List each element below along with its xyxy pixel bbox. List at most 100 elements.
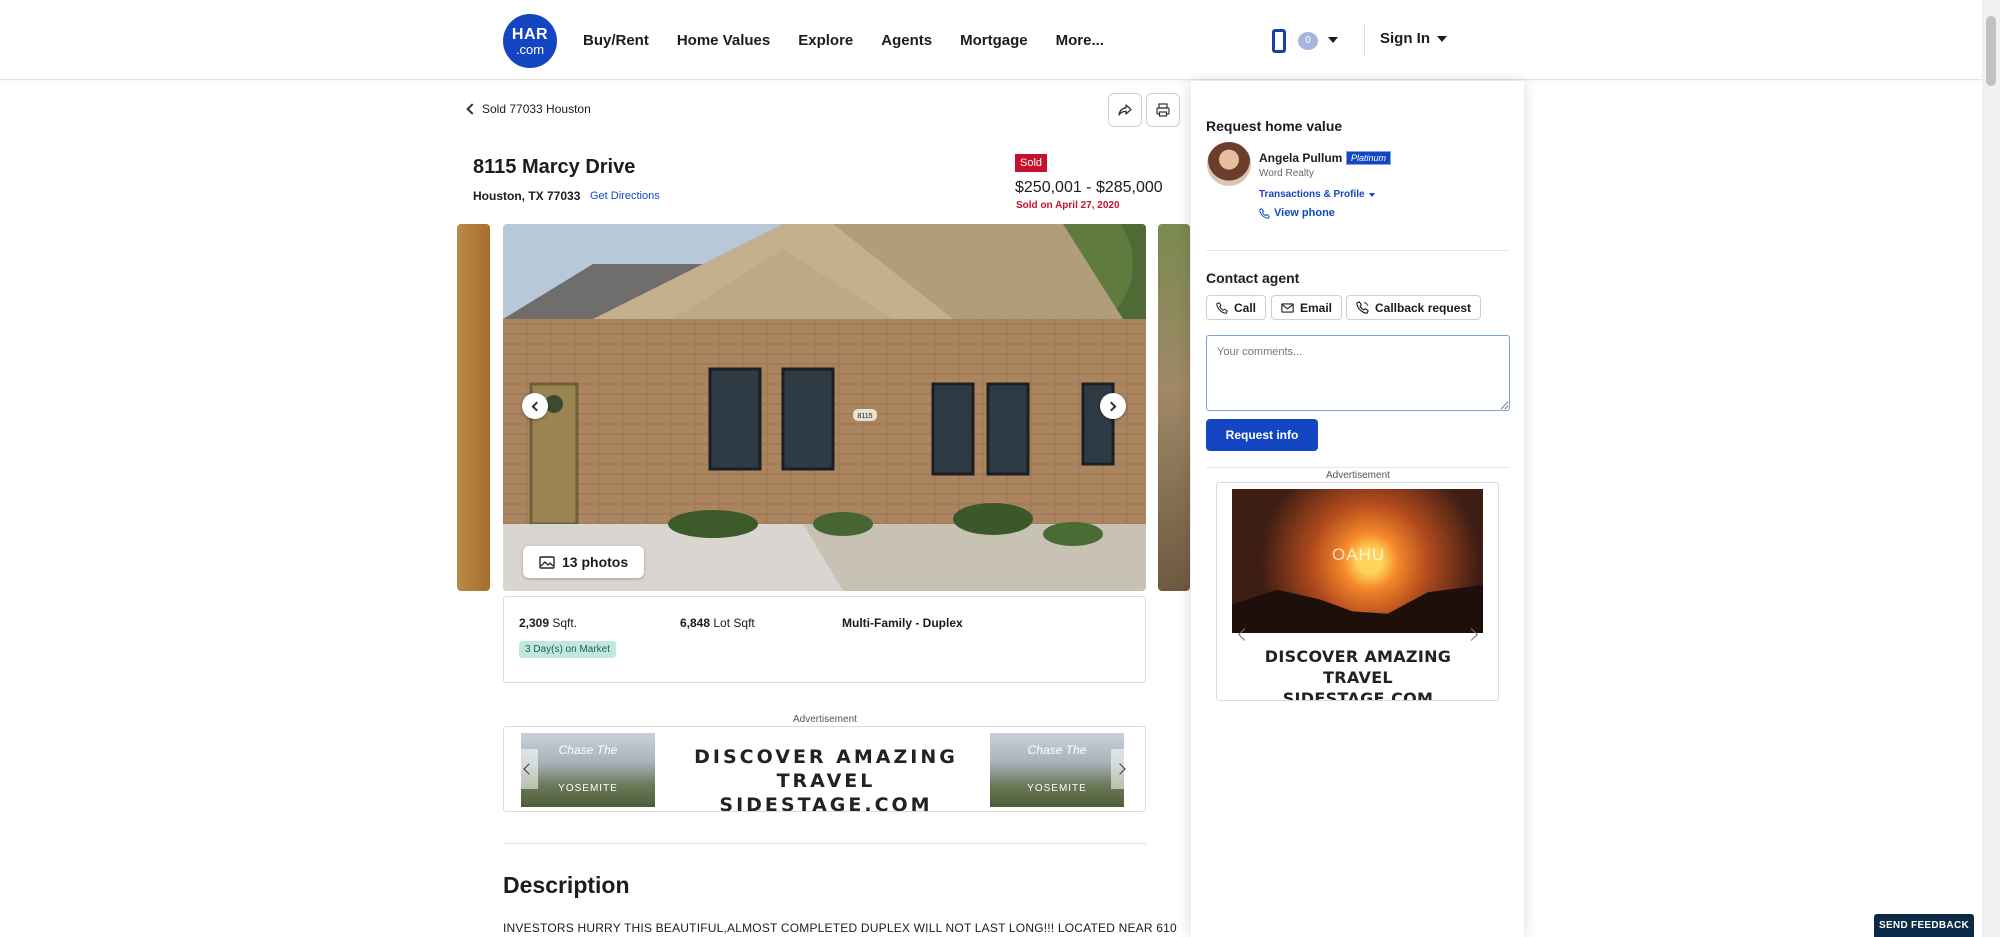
nav-home-values[interactable]: Home Values: [677, 32, 770, 49]
ad-image-right: Chase The YOSEMITE: [990, 733, 1124, 807]
call-button[interactable]: Call: [1206, 295, 1267, 320]
transactions-profile-link[interactable]: Transactions & Profile: [1259, 189, 1375, 200]
ad-next-button[interactable]: [1111, 749, 1133, 789]
platinum-badge: Platinum: [1346, 151, 1392, 165]
sidebar-ad-headline: DISCOVER AMAZING TRAVEL SIDESTAGE.COM: [1227, 646, 1489, 701]
email-label: Email: [1300, 300, 1333, 315]
mobile-phone-icon[interactable]: [1272, 29, 1286, 53]
photo-next-button[interactable]: [1100, 393, 1126, 419]
favorites-dropdown-icon[interactable]: [1328, 37, 1338, 43]
chevron-left-icon: [531, 401, 542, 411]
favorites-heart-icon[interactable]: 0: [1298, 32, 1318, 50]
fact-property-type: Multi-Family - Duplex: [842, 616, 963, 630]
transactions-profile-label: Transactions & Profile: [1259, 189, 1365, 200]
envelope-icon: [1281, 302, 1294, 313]
view-phone-label: View phone: [1274, 207, 1335, 219]
request-home-value-heading: Request home value: [1206, 118, 1343, 134]
chevron-left-icon: [466, 103, 478, 115]
scrollbar-thumb[interactable]: [1986, 16, 1996, 86]
callback-label: Callback request: [1375, 300, 1472, 315]
sidebar-ad-line-2: SIDESTAGE.COM: [1282, 689, 1434, 701]
comments-field[interactable]: [1206, 335, 1510, 411]
contact-agent-heading: Contact agent: [1206, 270, 1300, 286]
sidebar-ad-image-text: OAHU: [1332, 545, 1386, 564]
ad-image-caption: YOSEMITE: [558, 783, 618, 794]
call-label: Call: [1234, 300, 1257, 315]
agent-company: Word Realty: [1259, 168, 1314, 179]
sqft-unit: Sqft.: [552, 616, 578, 630]
sign-in-caret-icon: [1437, 35, 1447, 42]
listing-facts: 2,309 Sqft. 6,848 Lot Sqft Multi-Family …: [503, 596, 1146, 683]
page-scrollbar[interactable]: [1982, 0, 2000, 937]
callback-request-button[interactable]: Callback request: [1346, 295, 1482, 320]
request-info-button[interactable]: Request info: [1206, 419, 1318, 451]
nav-buy-rent[interactable]: Buy/Rent: [583, 32, 649, 49]
view-photos-button[interactable]: 13 photos: [523, 546, 645, 578]
sidebar-advertisement[interactable]: OAHU DISCOVER AMAZING TRAVEL SIDESTAGE.C…: [1216, 482, 1499, 701]
main-nav: Buy/Rent Home Values Explore Agents Mort…: [583, 0, 1104, 80]
sidebar-ad-image: OAHU: [1232, 489, 1483, 633]
print-icon: [1156, 103, 1170, 117]
main-listing-photo[interactable]: 8115: [503, 224, 1146, 591]
view-phone-link[interactable]: View phone: [1259, 207, 1335, 219]
nav-more[interactable]: More...: [1056, 32, 1104, 49]
ad-image-script: Chase The: [1027, 743, 1087, 757]
logo-text-bottom: .com: [515, 42, 545, 57]
house-photo-illustration: 8115: [503, 224, 1146, 591]
description-text: INVESTORS HURRY THIS BEAUTIFUL,ALMOST CO…: [503, 921, 1177, 935]
get-directions-link[interactable]: Get Directions: [590, 190, 660, 202]
print-button[interactable]: [1146, 93, 1180, 127]
back-link-label: Sold 77033 Houston: [482, 102, 591, 116]
sign-in-menu[interactable]: Sign In: [1380, 30, 1447, 47]
property-type-value: Multi-Family - Duplex: [842, 616, 963, 630]
phone-icon: [1216, 301, 1228, 314]
site-header: HAR .com Buy/Rent Home Values Explore Ag…: [0, 0, 2000, 80]
chevron-right-icon: [1464, 627, 1478, 641]
chevron-right-icon: [1114, 763, 1126, 775]
previous-photo-peek[interactable]: [457, 224, 490, 591]
fact-lot-size: 6,848 Lot Sqft: [680, 616, 755, 630]
photo-prev-button[interactable]: [522, 393, 548, 419]
ad-image-script: Chase The: [558, 743, 618, 757]
lot-value: 6,848: [680, 616, 711, 630]
ad-headline: DISCOVER AMAZING TRAVEL SIDESTAGE.COM: [664, 745, 988, 812]
nav-agents[interactable]: Agents: [881, 32, 932, 49]
chevron-right-icon: [1106, 401, 1117, 411]
next-photo-peek[interactable]: [1158, 224, 1190, 591]
har-logo[interactable]: HAR .com: [503, 14, 557, 68]
sidebar-ad-label: Advertisement: [1326, 470, 1390, 481]
banner-advertisement[interactable]: Chase The YOSEMITE DISCOVER AMAZING TRAV…: [503, 726, 1146, 812]
ad-image-caption: YOSEMITE: [1027, 783, 1087, 794]
back-link[interactable]: Sold 77033 Houston: [466, 102, 591, 116]
sidebar-ad-next-button[interactable]: [1462, 621, 1484, 647]
chevron-down-icon: [1368, 192, 1375, 197]
sold-date: Sold on April 27, 2020: [1016, 200, 1120, 211]
ad-prev-button[interactable]: [516, 749, 538, 789]
ad-line-2: SIDESTAGE.COM: [719, 794, 933, 812]
header-divider: [1364, 24, 1365, 56]
sidebar-divider: [1206, 250, 1510, 251]
sidebar-ad-prev-button[interactable]: [1231, 621, 1253, 647]
nav-explore[interactable]: Explore: [798, 32, 853, 49]
agent-name[interactable]: Angela Pullum: [1259, 151, 1342, 165]
phone-icon: [1259, 207, 1270, 219]
sidebar-ad-line-1: DISCOVER AMAZING TRAVEL: [1264, 647, 1452, 687]
lot-unit: Lot Sqft: [713, 616, 755, 630]
sqft-value: 2,309: [519, 616, 550, 630]
email-button[interactable]: Email: [1271, 295, 1343, 320]
send-feedback-button[interactable]: SEND FEEDBACK: [1874, 914, 1974, 937]
photos-count-label: 13 photos: [562, 554, 629, 570]
agent-avatar[interactable]: [1207, 142, 1251, 186]
price-range: $250,001 - $285,000: [1015, 179, 1163, 196]
nav-mortgage[interactable]: Mortgage: [960, 32, 1028, 49]
callback-phone-icon: [1356, 301, 1369, 314]
status-badge: Sold: [1015, 154, 1048, 172]
chevron-left-icon: [1237, 627, 1251, 641]
logo-text-top: HAR: [511, 26, 549, 43]
agent-sidebar: Request home value Angela Pullum Platinu…: [1191, 81, 1524, 937]
chevron-left-icon: [523, 763, 535, 775]
share-button[interactable]: [1108, 93, 1142, 127]
sidebar-divider: [1206, 467, 1510, 468]
listing-city-zip: Houston, TX 77033: [473, 189, 581, 203]
listing-address: 8115 Marcy Drive: [473, 156, 636, 178]
